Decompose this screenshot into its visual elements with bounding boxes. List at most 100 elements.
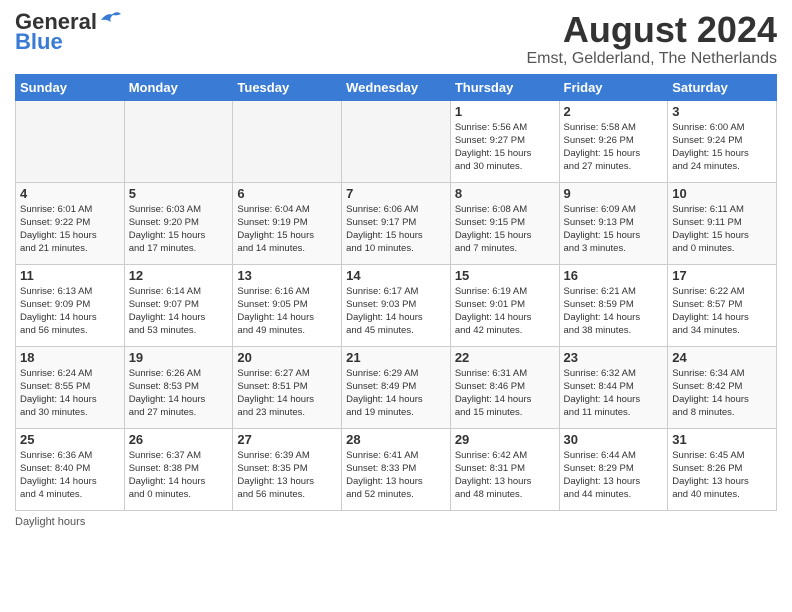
calendar-day-cell: 13 Sunrise: 6:16 AM Sunset: 9:05 PM Dayli… <box>233 264 342 346</box>
day-number: 24 <box>672 350 772 365</box>
day-number: 3 <box>672 104 772 119</box>
day-info: Sunrise: 6:41 AM Sunset: 8:33 PM Dayligh… <box>346 449 446 502</box>
calendar-day-cell: 19 Sunrise: 6:26 AM Sunset: 8:53 PM Dayli… <box>124 346 233 428</box>
day-number: 31 <box>672 432 772 447</box>
location: Emst, Gelderland, The Netherlands <box>527 50 778 68</box>
day-number: 26 <box>129 432 229 447</box>
calendar-weekday-header: Wednesday <box>342 74 451 100</box>
day-number: 19 <box>129 350 229 365</box>
day-number: 1 <box>455 104 555 119</box>
day-info: Sunrise: 6:14 AM Sunset: 9:07 PM Dayligh… <box>129 285 229 338</box>
header: General Blue August 2024 Emst, Gelderlan… <box>15 10 777 68</box>
calendar-day-cell <box>16 100 125 182</box>
calendar-day-cell: 25Sunrise: 6:36 AM Sunset: 8:40 PM Dayli… <box>16 428 125 510</box>
calendar-week-row: 11Sunrise: 6:13 AM Sunset: 9:09 PM Dayli… <box>16 264 777 346</box>
day-number: 14 <box>346 268 446 283</box>
calendar-day-cell: 29Sunrise: 6:42 AM Sunset: 8:31 PM Dayli… <box>450 428 559 510</box>
day-number: 20 <box>237 350 337 365</box>
month-year: August 2024 <box>527 10 778 50</box>
calendar-day-cell: 7Sunrise: 6:06 AM Sunset: 9:17 PM Daylig… <box>342 182 451 264</box>
day-number: 23 <box>564 350 664 365</box>
calendar-day-cell: 1 Sunrise: 5:56 AM Sunset: 9:27 PM Daylig… <box>450 100 559 182</box>
day-number: 6 <box>237 186 337 201</box>
calendar-day-cell: 28 Sunrise: 6:41 AM Sunset: 8:33 PM Dayli… <box>342 428 451 510</box>
day-info: Sunrise: 6:31 AM Sunset: 8:46 PM Dayligh… <box>455 367 555 420</box>
calendar-day-cell: 23Sunrise: 6:32 AM Sunset: 8:44 PM Dayli… <box>559 346 668 428</box>
day-info: Sunrise: 5:58 AM Sunset: 9:26 PM Dayligh… <box>564 121 664 174</box>
day-info: Sunrise: 6:01 AM Sunset: 9:22 PM Dayligh… <box>20 203 120 256</box>
logo: General Blue <box>15 10 121 54</box>
day-number: 13 <box>237 268 337 283</box>
day-info: Sunrise: 6:34 AM Sunset: 8:42 PM Dayligh… <box>672 367 772 420</box>
calendar-day-cell <box>233 100 342 182</box>
title-block: August 2024 Emst, Gelderland, The Nether… <box>527 10 778 68</box>
calendar-day-cell: 2 Sunrise: 5:58 AM Sunset: 9:26 PM Daylig… <box>559 100 668 182</box>
calendar-day-cell: 16Sunrise: 6:21 AM Sunset: 8:59 PM Dayli… <box>559 264 668 346</box>
day-number: 9 <box>564 186 664 201</box>
day-info: Sunrise: 6:45 AM Sunset: 8:26 PM Dayligh… <box>672 449 772 502</box>
calendar-day-cell: 8 Sunrise: 6:08 AM Sunset: 9:15 PM Daylig… <box>450 182 559 264</box>
day-info: Sunrise: 6:42 AM Sunset: 8:31 PM Dayligh… <box>455 449 555 502</box>
day-number: 4 <box>20 186 120 201</box>
day-info: Sunrise: 6:03 AM Sunset: 9:20 PM Dayligh… <box>129 203 229 256</box>
day-info: Sunrise: 6:44 AM Sunset: 8:29 PM Dayligh… <box>564 449 664 502</box>
calendar-day-cell: 4 Sunrise: 6:01 AM Sunset: 9:22 PM Daylig… <box>16 182 125 264</box>
day-info: Sunrise: 6:00 AM Sunset: 9:24 PM Dayligh… <box>672 121 772 174</box>
day-number: 8 <box>455 186 555 201</box>
day-number: 11 <box>20 268 120 283</box>
calendar-week-row: 25Sunrise: 6:36 AM Sunset: 8:40 PM Dayli… <box>16 428 777 510</box>
day-info: Sunrise: 5:56 AM Sunset: 9:27 PM Dayligh… <box>455 121 555 174</box>
day-number: 25 <box>20 432 120 447</box>
calendar-day-cell: 27 Sunrise: 6:39 AM Sunset: 8:35 PM Dayli… <box>233 428 342 510</box>
calendar-day-cell: 3 Sunrise: 6:00 AM Sunset: 9:24 PM Daylig… <box>668 100 777 182</box>
day-info: Sunrise: 6:08 AM Sunset: 9:15 PM Dayligh… <box>455 203 555 256</box>
page: General Blue August 2024 Emst, Gelderlan… <box>0 0 792 612</box>
calendar-day-cell <box>124 100 233 182</box>
day-number: 15 <box>455 268 555 283</box>
day-info: Sunrise: 6:22 AM Sunset: 8:57 PM Dayligh… <box>672 285 772 338</box>
day-info: Sunrise: 6:26 AM Sunset: 8:53 PM Dayligh… <box>129 367 229 420</box>
calendar-week-row: 1 Sunrise: 5:56 AM Sunset: 9:27 PM Daylig… <box>16 100 777 182</box>
day-number: 27 <box>237 432 337 447</box>
calendar-day-cell: 24 Sunrise: 6:34 AM Sunset: 8:42 PM Dayli… <box>668 346 777 428</box>
calendar-header-row: SundayMondayTuesdayWednesdayThursdayFrid… <box>16 74 777 100</box>
day-info: Sunrise: 6:37 AM Sunset: 8:38 PM Dayligh… <box>129 449 229 502</box>
day-number: 28 <box>346 432 446 447</box>
day-number: 21 <box>346 350 446 365</box>
calendar-weekday-header: Monday <box>124 74 233 100</box>
day-info: Sunrise: 6:24 AM Sunset: 8:55 PM Dayligh… <box>20 367 120 420</box>
calendar-day-cell: 11Sunrise: 6:13 AM Sunset: 9:09 PM Dayli… <box>16 264 125 346</box>
calendar-day-cell: 30Sunrise: 6:44 AM Sunset: 8:29 PM Dayli… <box>559 428 668 510</box>
calendar-day-cell: 21 Sunrise: 6:29 AM Sunset: 8:49 PM Dayli… <box>342 346 451 428</box>
calendar-weekday-header: Saturday <box>668 74 777 100</box>
day-info: Sunrise: 6:09 AM Sunset: 9:13 PM Dayligh… <box>564 203 664 256</box>
day-number: 22 <box>455 350 555 365</box>
day-number: 7 <box>346 186 446 201</box>
day-number: 2 <box>564 104 664 119</box>
day-info: Sunrise: 6:27 AM Sunset: 8:51 PM Dayligh… <box>237 367 337 420</box>
calendar-weekday-header: Friday <box>559 74 668 100</box>
day-number: 18 <box>20 350 120 365</box>
logo-blue: Blue <box>15 30 63 54</box>
calendar-day-cell: 12Sunrise: 6:14 AM Sunset: 9:07 PM Dayli… <box>124 264 233 346</box>
calendar-day-cell: 26 Sunrise: 6:37 AM Sunset: 8:38 PM Dayli… <box>124 428 233 510</box>
day-number: 16 <box>564 268 664 283</box>
calendar-day-cell: 22 Sunrise: 6:31 AM Sunset: 8:46 PM Dayli… <box>450 346 559 428</box>
day-info: Sunrise: 6:29 AM Sunset: 8:49 PM Dayligh… <box>346 367 446 420</box>
day-number: 10 <box>672 186 772 201</box>
calendar-day-cell: 14 Sunrise: 6:17 AM Sunset: 9:03 PM Dayli… <box>342 264 451 346</box>
day-info: Sunrise: 6:04 AM Sunset: 9:19 PM Dayligh… <box>237 203 337 256</box>
day-info: Sunrise: 6:17 AM Sunset: 9:03 PM Dayligh… <box>346 285 446 338</box>
day-info: Sunrise: 6:39 AM Sunset: 8:35 PM Dayligh… <box>237 449 337 502</box>
day-number: 5 <box>129 186 229 201</box>
calendar-day-cell: 20 Sunrise: 6:27 AM Sunset: 8:51 PM Dayli… <box>233 346 342 428</box>
calendar-weekday-header: Thursday <box>450 74 559 100</box>
calendar-weekday-header: Tuesday <box>233 74 342 100</box>
calendar-day-cell: 15 Sunrise: 6:19 AM Sunset: 9:01 PM Dayli… <box>450 264 559 346</box>
day-info: Sunrise: 6:19 AM Sunset: 9:01 PM Dayligh… <box>455 285 555 338</box>
calendar-day-cell <box>342 100 451 182</box>
day-info: Sunrise: 6:16 AM Sunset: 9:05 PM Dayligh… <box>237 285 337 338</box>
calendar-day-cell: 10Sunrise: 6:11 AM Sunset: 9:11 PM Dayli… <box>668 182 777 264</box>
calendar-week-row: 4 Sunrise: 6:01 AM Sunset: 9:22 PM Daylig… <box>16 182 777 264</box>
calendar-day-cell: 31 Sunrise: 6:45 AM Sunset: 8:26 PM Dayli… <box>668 428 777 510</box>
